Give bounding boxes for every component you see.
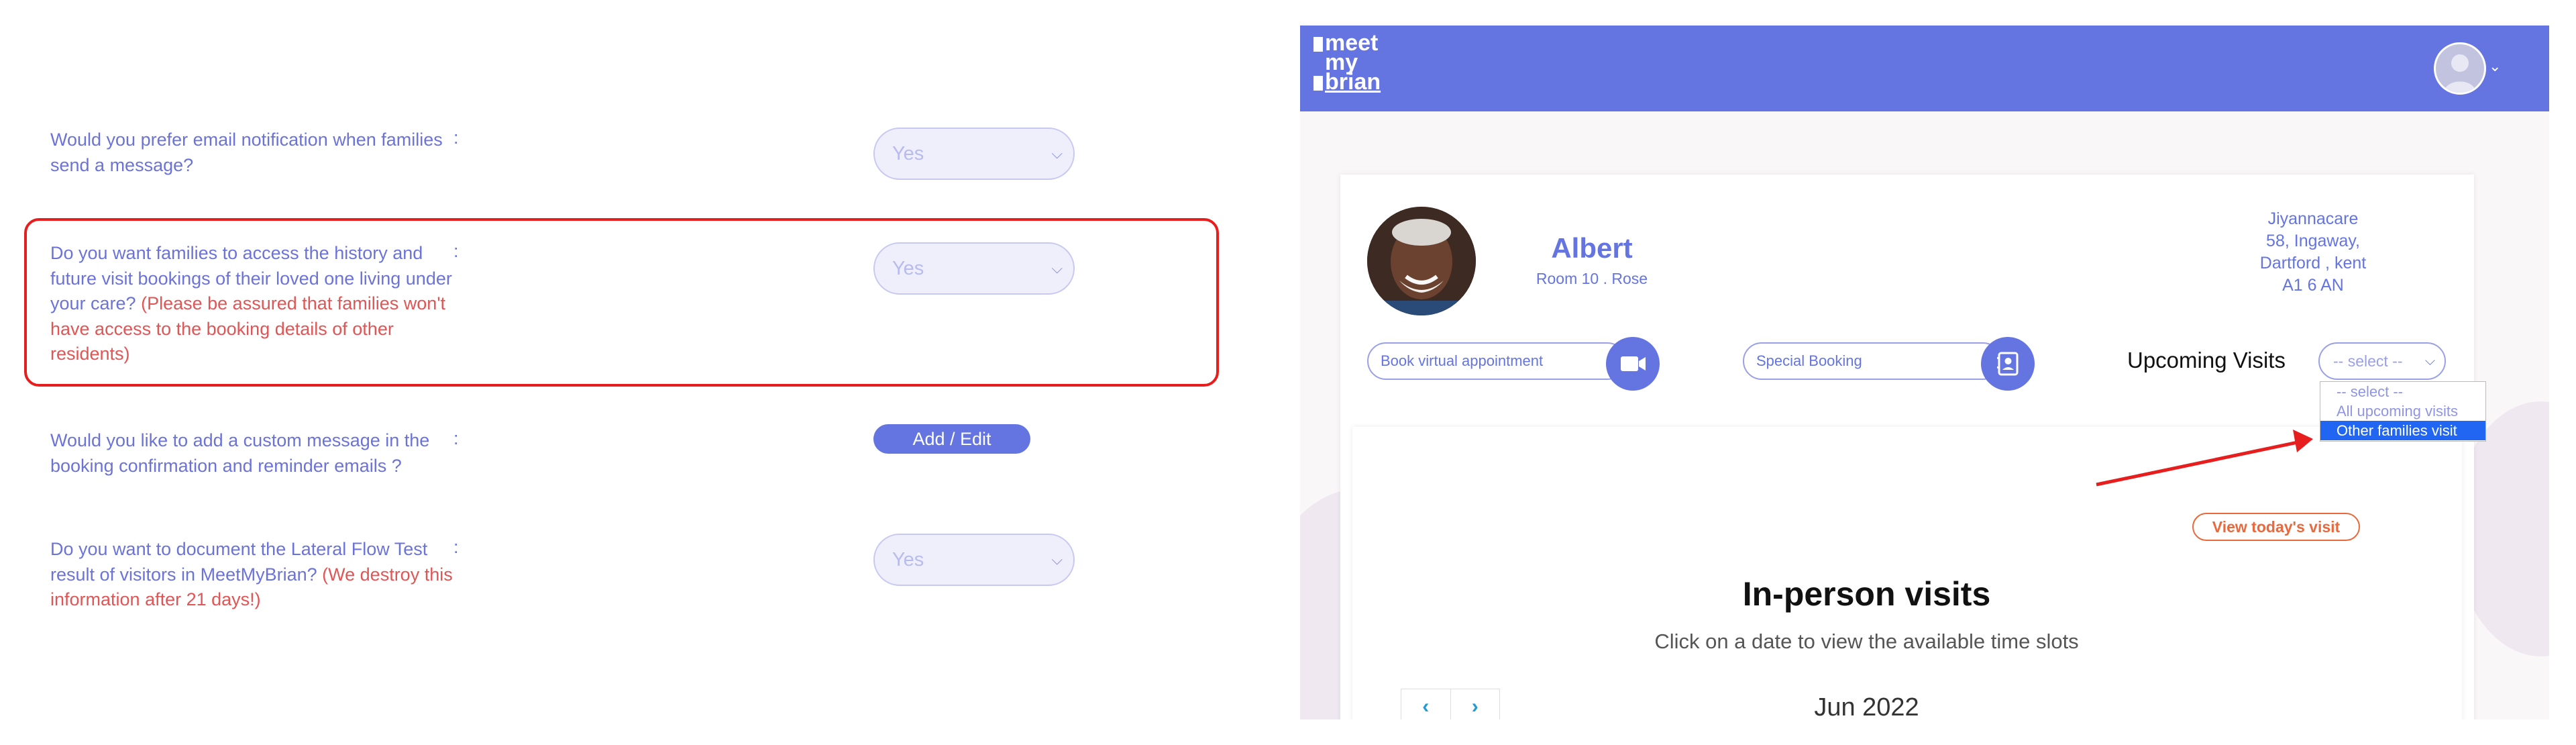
annotation-arrow	[2096, 430, 2313, 487]
